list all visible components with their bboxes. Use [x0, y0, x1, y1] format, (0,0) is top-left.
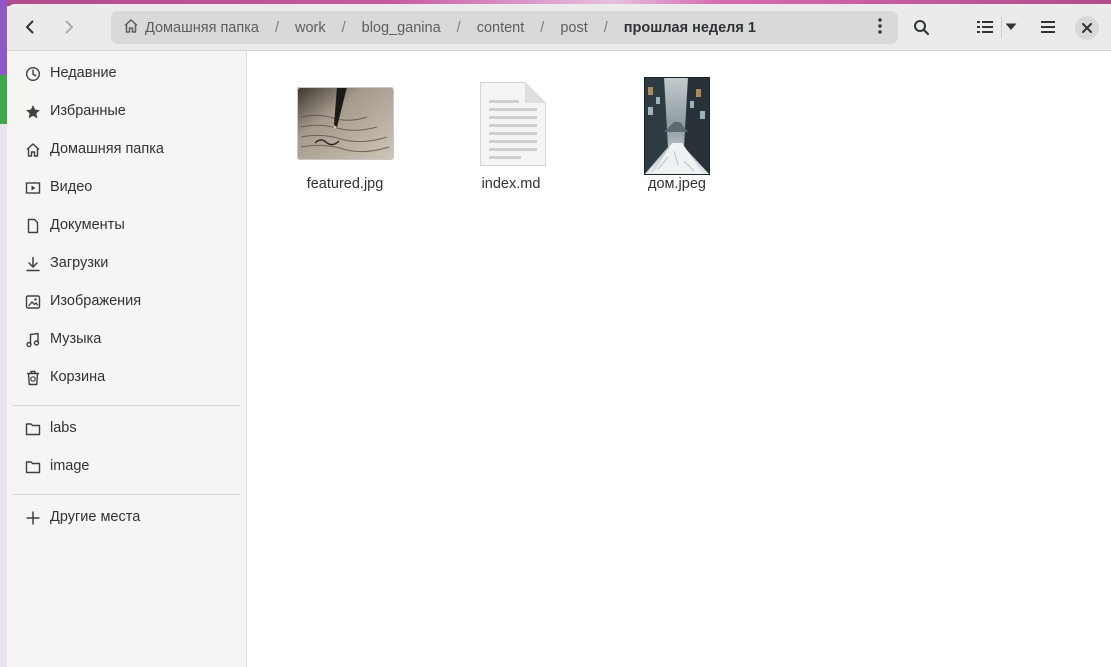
path-bar: Домашняя папка / work / blog_ganina / co… — [111, 11, 898, 44]
main-menu-button[interactable] — [1033, 12, 1063, 42]
sidebar-item-label: Избранные — [50, 103, 126, 119]
file-name: index.md — [481, 176, 541, 192]
file-name: дом.jpeg — [648, 176, 706, 192]
sidebar-item-label: image — [50, 458, 90, 474]
file-name: featured.jpg — [306, 176, 384, 192]
header-bar: Домашняя папка / work / blog_ganina / co… — [7, 4, 1111, 51]
sidebar-item-trash[interactable]: Корзина — [7, 360, 247, 396]
breadcrumb-separator: / — [603, 19, 608, 36]
sidebar-item-label: Видео — [50, 179, 93, 195]
sidebar-item-image[interactable]: image — [7, 449, 247, 485]
file-manager-window: Домашняя папка / work / blog_ganina / co… — [7, 4, 1111, 667]
view-mode-button[interactable] — [970, 12, 1000, 42]
sidebar-item-label: Изображения — [50, 293, 142, 309]
sidebar-item-label: labs — [50, 420, 77, 436]
download-icon — [25, 256, 41, 272]
music-icon — [25, 332, 41, 348]
breadcrumb-label: content — [476, 19, 525, 36]
sidebar-item-downloads[interactable]: Загрузки — [7, 246, 247, 282]
list-view-icon — [977, 20, 993, 34]
sidebar-item-documents[interactable]: Документы — [7, 208, 247, 244]
breadcrumb-work[interactable]: work — [295, 20, 326, 36]
folder-icon — [25, 421, 41, 437]
chevron-right-icon — [61, 19, 77, 35]
chevron-left-icon — [22, 19, 38, 35]
sidebar-separator — [12, 405, 240, 406]
breadcrumb-separator: / — [456, 19, 461, 36]
breadcrumb-home[interactable]: Домашняя папка — [123, 18, 259, 38]
breadcrumb-label: blog_ganina — [361, 19, 441, 36]
breadcrumb-separator: / — [540, 19, 545, 36]
home-icon — [123, 18, 145, 38]
view-options-button[interactable] — [999, 12, 1023, 42]
video-icon — [25, 180, 41, 196]
sidebar-separator — [12, 494, 240, 495]
trash-icon — [25, 370, 41, 386]
close-icon — [1082, 23, 1092, 33]
breadcrumb-blog-ganina[interactable]: blog_ganina — [362, 20, 441, 36]
file-item-featured-jpg[interactable]: featured.jpg — [280, 81, 410, 201]
breadcrumb-current-folder[interactable]: прошлая неделя 1 — [624, 20, 756, 36]
back-button[interactable] — [15, 12, 45, 42]
search-icon — [913, 19, 930, 36]
sidebar-item-label: Документы — [50, 217, 125, 233]
breadcrumb-label: Домашняя папка — [145, 19, 259, 36]
image-thumbnail — [297, 87, 394, 160]
sidebar-item-home[interactable]: Домашняя папка — [7, 132, 247, 168]
breadcrumb-separator: / — [341, 19, 346, 36]
triangle-down-icon — [1005, 23, 1017, 31]
text-file-icon — [479, 81, 547, 167]
sidebar-item-label: Музыка — [50, 331, 102, 347]
file-view: featured.jpg index.md дом.jpeg — [248, 51, 1111, 667]
vertical-dots-icon — [878, 17, 882, 38]
sidebar-item-videos[interactable]: Видео — [7, 170, 247, 206]
desktop-background-left — [0, 0, 7, 667]
file-item-index-md[interactable]: index.md — [446, 81, 576, 201]
star-icon — [25, 104, 41, 120]
file-item-dom-jpeg[interactable]: дом.jpeg — [612, 77, 742, 201]
sidebar-item-label: Корзина — [50, 369, 106, 385]
image-icon — [25, 294, 41, 310]
clock-icon — [25, 66, 41, 82]
hamburger-menu-icon — [1040, 20, 1056, 34]
breadcrumb-label: прошлая неделя 1 — [623, 19, 756, 36]
sidebar-item-pictures[interactable]: Изображения — [7, 284, 247, 320]
sidebar-item-recent[interactable]: Недавние — [7, 56, 247, 92]
image-thumbnail — [644, 77, 710, 175]
sidebar-item-other-locations[interactable]: Другие места — [7, 500, 247, 536]
sidebar: Недавние Избранные Домашняя папка Видео … — [7, 51, 247, 667]
forward-button[interactable] — [54, 12, 84, 42]
sidebar-item-label: Недавние — [50, 65, 117, 81]
sidebar-item-starred[interactable]: Избранные — [7, 94, 247, 130]
breadcrumb-label: post — [560, 19, 588, 36]
document-icon — [25, 218, 41, 234]
home-icon — [25, 142, 41, 158]
sidebar-item-label: Домашняя папка — [50, 141, 164, 157]
plus-icon — [25, 510, 41, 526]
folder-icon — [25, 459, 41, 475]
breadcrumb-separator: / — [274, 19, 279, 36]
sidebar-item-labs[interactable]: labs — [7, 411, 247, 447]
path-menu-button[interactable] — [872, 17, 888, 38]
sidebar-item-label: Другие места — [50, 509, 141, 525]
search-button[interactable] — [906, 12, 936, 42]
close-button[interactable] — [1075, 16, 1099, 40]
breadcrumb-label: work — [294, 19, 326, 36]
sidebar-item-label: Загрузки — [50, 255, 109, 271]
breadcrumb-post[interactable]: post — [560, 20, 587, 36]
breadcrumb-content[interactable]: content — [477, 20, 525, 36]
sidebar-item-music[interactable]: Музыка — [7, 322, 247, 358]
button-divider — [1001, 17, 1002, 38]
